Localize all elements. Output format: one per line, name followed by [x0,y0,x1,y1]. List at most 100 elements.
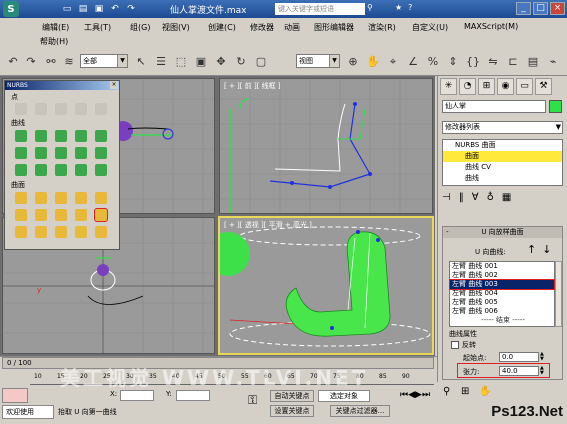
angle-snap-icon[interactable]: ∠ [404,53,422,71]
menu-create[interactable]: 创建(C) [208,22,236,33]
menu-tools[interactable]: 工具(T) [84,22,111,33]
list-item[interactable]: 左臂 曲线 005 [450,298,554,307]
menu-views[interactable]: 视图(V) [162,22,190,33]
cap-surface-icon[interactable] [35,226,47,238]
y-coord-field[interactable] [176,390,210,401]
cv-curve-on-surface-icon[interactable] [75,164,87,176]
mirror-surface-icon[interactable] [15,209,27,221]
cv-surface-icon[interactable] [15,192,27,204]
app-logo-icon[interactable]: S [3,1,19,17]
maxscript-listener[interactable] [2,388,28,403]
blend-curve-icon[interactable] [75,130,87,142]
fillet-surface-icon[interactable] [95,226,107,238]
configure-sets-icon[interactable]: ▦ [502,192,511,203]
mirror-icon[interactable]: ⇋ [484,53,502,71]
point-surface-icon[interactable] [35,192,47,204]
pin-stack-icon[interactable]: ⊣ [442,192,451,203]
curve-editor-icon[interactable]: ⌁ [544,53,562,71]
chamfer-curve-icon[interactable] [35,147,47,159]
new-file-icon[interactable]: ▭ [61,3,73,15]
stack-item-surface[interactable]: 曲面 [443,151,562,162]
menu-animation[interactable]: 动画 [284,22,300,33]
modifier-list-dropdown[interactable]: 修改器列表 ▼ [442,121,563,134]
multisided-blend-icon[interactable] [75,226,87,238]
offset-point-icon[interactable] [35,103,47,115]
menu-edit[interactable]: 编辑(E) [42,22,69,33]
display-tab-icon[interactable]: ▭ [516,78,533,95]
list-item[interactable]: 左臂 曲线 002 [450,271,554,280]
spinner-snap-icon[interactable]: ⇕ [444,53,462,71]
redo-icon[interactable]: ↷ [125,3,137,15]
curve-point-icon[interactable] [55,103,67,115]
stack-item-curve-cv[interactable]: 曲线 CV [443,162,562,173]
menu-rendering[interactable]: 渲染(R) [368,22,396,33]
modify-tab-icon[interactable]: ◔ [459,78,476,95]
offset-surface-icon[interactable] [95,192,107,204]
pan-icon[interactable]: ✋ [479,386,491,397]
unlink-icon[interactable]: ≋ [60,53,78,71]
viewport-label[interactable]: [ + ][ 前 ][ 线框 ] [224,81,281,91]
list-item[interactable]: 左臂 曲线 001 [450,262,554,271]
create-point-icon[interactable] [15,103,27,115]
help-icon[interactable]: ? [408,3,412,12]
point-curve-icon[interactable] [35,130,47,142]
select-scale-icon[interactable]: ▢ [252,53,270,71]
viewport-perspective[interactable]: [ + ][ 透视 ][ 平滑 + 高光 ] [218,216,434,355]
surface-point-icon[interactable] [95,103,107,115]
uv-loft-surface-icon[interactable] [15,226,27,238]
transform-surface-icon[interactable] [55,192,67,204]
menu-maxscript[interactable]: MAXScript(M) [464,22,518,31]
start-point-input[interactable]: 0.0 [499,352,539,362]
pivot-icon[interactable]: ⊕ [344,53,362,71]
layer-icon[interactable]: ▤ [524,53,542,71]
make-unique-icon[interactable]: ∀ [472,192,479,203]
rect-selection-icon[interactable]: ⬚ [172,53,190,71]
set-key-button[interactable]: 设置关键点 [270,405,314,417]
save-icon[interactable]: ▣ [93,3,105,15]
menu-customize[interactable]: 自定义(U) [412,22,448,33]
search-input[interactable]: 键入关键字或短语 [275,3,365,15]
utilities-tab-icon[interactable]: ⚒ [535,78,552,95]
offset-curve-icon[interactable] [95,130,107,142]
zoom-icon[interactable]: ⚲ [443,386,450,397]
select-by-name-icon[interactable]: ☰ [152,53,170,71]
curve-curve-point-icon[interactable] [75,103,87,115]
list-item[interactable]: 左臂 曲线 004 [450,289,554,298]
checkbox-box[interactable] [451,341,459,349]
move-down-icon[interactable]: ↓ [542,243,551,256]
x-coord-field[interactable] [120,390,154,401]
select-rotate-icon[interactable]: ↻ [232,53,250,71]
viewport-label[interactable]: [ + ][ 透视 ][ 平滑 + 高光 ] [224,220,312,230]
zoom-all-icon[interactable]: ⊞ [461,386,469,397]
menu-help[interactable]: 帮助(H) [40,36,68,47]
show-end-result-icon[interactable]: ‖ [459,192,464,203]
align-icon[interactable]: ⊏ [504,53,522,71]
remove-modifier-icon[interactable]: ♁ [487,192,494,203]
lathe-surface-icon[interactable] [55,209,67,221]
stack-item-nurbs-surface[interactable]: NURBS 曲面 [443,140,562,151]
surface-surface-intersect-icon[interactable] [75,147,87,159]
reverse-checkbox[interactable]: 反转 [451,340,476,350]
minimize-icon[interactable]: _ [516,2,531,15]
u-iso-curve-icon[interactable] [95,147,107,159]
list-item[interactable]: 左臂 曲线 006 [450,307,554,316]
undo-icon[interactable]: ↶ [109,3,121,15]
object-color-swatch[interactable] [549,100,562,113]
key-filters-button[interactable]: 关键点过滤器... [330,405,390,417]
star-icon[interactable]: ★ [395,3,402,12]
link-icon[interactable]: ⚯ [42,53,60,71]
viewport-front[interactable]: [ + ][ 前 ][ 线框 ] [219,78,433,214]
select-icon[interactable]: ↖ [132,53,150,71]
percent-snap-icon[interactable]: % [424,53,442,71]
menu-group[interactable]: 组(G) [130,22,150,33]
close-icon[interactable]: × [550,2,565,15]
start-point-spinner[interactable]: ▲ ▼ [540,352,546,362]
select-move-icon[interactable]: ✥ [212,53,230,71]
point-curve-on-surface-icon[interactable] [95,164,107,176]
playback-controls-icon[interactable]: ⏮◀▶⏭ [400,390,430,400]
menu-graph-editors[interactable]: 图形编辑器 [314,22,354,33]
redo-icon[interactable]: ↷ [22,53,40,71]
v-iso-curve-icon[interactable] [15,164,27,176]
window-crossing-icon[interactable]: ▣ [192,53,210,71]
selected-objects-dropdown[interactable]: 选定对象 [318,390,370,402]
